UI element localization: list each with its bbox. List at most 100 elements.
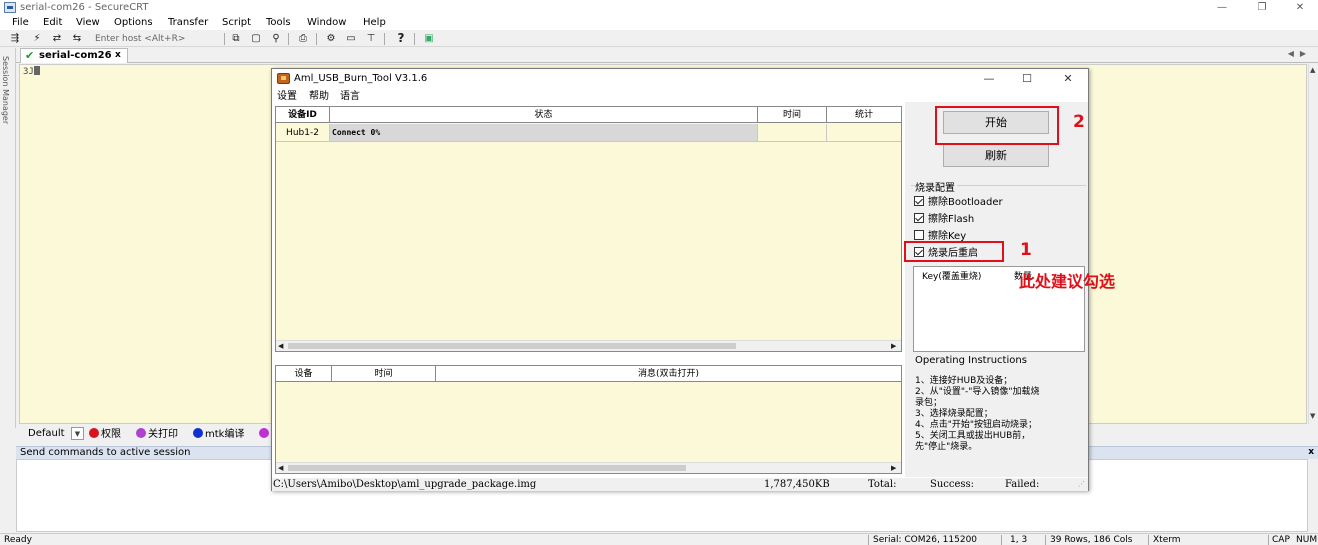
host-input[interactable]: Enter host <Alt+R> [92, 32, 220, 46]
log-table-hscrollbar[interactable]: ◀ ▶ [276, 462, 901, 473]
device-table: 设备ID 状态 时间 统计 Hub1-2 Connect 0% ◀ ▶ [275, 106, 902, 352]
close-button[interactable]: ✕ [1282, 0, 1318, 16]
command-window-close-button[interactable]: x [1308, 447, 1314, 457]
scroll-left-icon[interactable]: ◀ [278, 463, 283, 473]
scroll-up-icon[interactable]: ▲ [1310, 66, 1315, 74]
erase-flash-checkbox[interactable]: 擦除Flash [914, 213, 974, 226]
disconnect-icon[interactable]: ⇆ [70, 32, 84, 45]
device-table-hscrollbar[interactable]: ◀ ▶ [276, 340, 901, 351]
instruction-line: 5、关闭工具或拔出HUB前， [915, 431, 1031, 441]
settings-icon[interactable]: ⚙ [324, 32, 338, 45]
menu-settings[interactable]: 设置 [277, 90, 297, 103]
refresh-button[interactable]: 刷新 [943, 144, 1049, 167]
scroll-thumb[interactable] [288, 343, 736, 349]
tab-close-button[interactable]: x [115, 50, 121, 60]
status-separator [1045, 535, 1046, 545]
scroll-left-icon[interactable]: ◀ [278, 341, 283, 351]
erase-bootloader-checkbox[interactable]: 擦除Bootloader [914, 196, 1003, 209]
burn-tool-title: Aml_USB_Burn_Tool V3.1.6 [294, 73, 428, 84]
button-bar-item[interactable]: 关打印 [136, 428, 178, 441]
crt-titlebar: serial-com26 - SecureCRT — ❐ ✕ [0, 0, 1318, 16]
connect-icon[interactable]: ⇶ [8, 32, 22, 45]
col-log-device[interactable]: 设备 [276, 366, 332, 382]
menu-window[interactable]: Window [307, 16, 346, 29]
tab-scroll-arrows-icon[interactable]: ◀▶ [1288, 49, 1312, 58]
status-separator [868, 535, 869, 545]
find-icon[interactable]: ⚲ [269, 32, 283, 45]
button-bar-combo[interactable]: Default [28, 428, 65, 440]
checkbox-checked-icon[interactable] [914, 213, 924, 223]
checkbox-checked-icon[interactable] [914, 196, 924, 206]
instruction-line: 2、从"设置"-"导入镜像"加载烧 [915, 387, 1040, 397]
menu-view[interactable]: View [76, 16, 100, 29]
print-icon[interactable]: ⎙ [296, 32, 310, 45]
button-bar-item[interactable] [259, 428, 271, 441]
menu-tools[interactable]: Tools [266, 16, 291, 29]
dialog-minimize-button[interactable]: — [974, 71, 1004, 87]
checkbox-unchecked-icon[interactable] [914, 230, 924, 240]
status-separator [1001, 535, 1002, 545]
button-bar-item[interactable]: 权限 [89, 428, 121, 441]
quick-connect-icon[interactable]: ⚡ [30, 32, 44, 45]
command-scrollbar[interactable] [1308, 459, 1318, 532]
total-label: Total: [868, 479, 897, 490]
col-status[interactable]: 状态 [330, 107, 758, 123]
dialog-maximize-button[interactable]: ☐ [1012, 71, 1042, 87]
toolbar-separator [384, 33, 385, 45]
tab-label: serial-com26 [39, 50, 112, 61]
blue-dot-icon [193, 428, 203, 438]
button-bar-item[interactable]: mtk编译 [193, 428, 244, 441]
sftp-icon[interactable]: ⊤ [364, 32, 378, 45]
scroll-down-icon[interactable]: ▼ [1310, 412, 1315, 420]
col-time[interactable]: 时间 [758, 107, 827, 123]
scroll-thumb[interactable] [288, 465, 686, 471]
burn-tool-app-icon [277, 73, 290, 84]
col-log-message[interactable]: 消息(双击打开) [436, 366, 901, 382]
menu-edit[interactable]: Edit [43, 16, 62, 29]
annotation-start-highlight [935, 106, 1059, 145]
screenshot-icon[interactable]: ▣ [422, 32, 436, 45]
annotation-note: 此处建议勾选 [1019, 272, 1116, 291]
stats-cell [827, 124, 901, 142]
menu-help[interactable]: Help [363, 16, 386, 29]
status-cap: CAP [1272, 535, 1290, 545]
dialog-close-button[interactable]: ✕ [1053, 71, 1083, 87]
session-tabbar: ✔ serial-com26 x ◀▶ [16, 48, 1318, 63]
instruction-line: 3、选择烧录配置； [915, 409, 993, 419]
status-ready: Ready [4, 535, 32, 545]
menu-language[interactable]: 语言 [340, 90, 360, 103]
scroll-right-icon[interactable]: ▶ [891, 341, 896, 351]
menu-help[interactable]: 帮助 [309, 90, 329, 103]
menu-options[interactable]: Options [114, 16, 153, 29]
crt-toolbar: ⇶ ⚡ ⇄ ⇆ Enter host <Alt+R> ⧉ ▢ ⚲ ⎙ ⚙ ▭ ⊤… [0, 31, 1318, 47]
status-bar: Ready Serial: COM26, 115200 1, 3 39 Rows… [0, 533, 1318, 545]
combo-dropdown-icon[interactable]: ▼ [71, 427, 84, 440]
scroll-right-icon[interactable]: ▶ [891, 463, 896, 473]
col-log-time[interactable]: 时间 [332, 366, 436, 382]
status-serial: Serial: COM26, 115200 [873, 535, 978, 545]
table-row[interactable]: Hub1-2 Connect 0% [276, 124, 901, 142]
col-device-id[interactable]: 设备ID [276, 107, 330, 123]
menu-file[interactable]: File [12, 16, 29, 29]
instruction-line: 录包； [915, 398, 943, 408]
paste-icon[interactable]: ▢ [249, 32, 263, 45]
command-window-label: Send commands to active session [20, 447, 191, 458]
keymap-icon[interactable]: ▭ [344, 32, 358, 45]
terminal-scrollbar[interactable]: ▲ ▼ [1308, 64, 1318, 424]
status-size: 39 Rows, 186 Cols [1050, 535, 1133, 545]
help-button[interactable]: ? [394, 32, 408, 45]
menu-transfer[interactable]: Transfer [168, 16, 208, 29]
annotation-step-1: 1 [1020, 240, 1032, 260]
resize-grip-icon[interactable]: ⋰ [1078, 478, 1085, 491]
maximize-button[interactable]: ❐ [1244, 0, 1280, 16]
instructions-title: Operating Instructions [915, 355, 1027, 366]
copy-icon[interactable]: ⧉ [229, 32, 243, 45]
menu-script[interactable]: Script [222, 16, 251, 29]
session-manager-label[interactable]: Session Manager [1, 56, 10, 124]
col-stats[interactable]: 统计 [827, 107, 901, 123]
tab-serial-com26[interactable]: ✔ serial-com26 x [20, 48, 128, 63]
purple-dot-icon [136, 428, 146, 438]
minimize-button[interactable]: — [1204, 0, 1240, 16]
reconnect-icon[interactable]: ⇄ [50, 32, 64, 45]
session-manager-strip[interactable]: Session Manager [0, 48, 16, 428]
